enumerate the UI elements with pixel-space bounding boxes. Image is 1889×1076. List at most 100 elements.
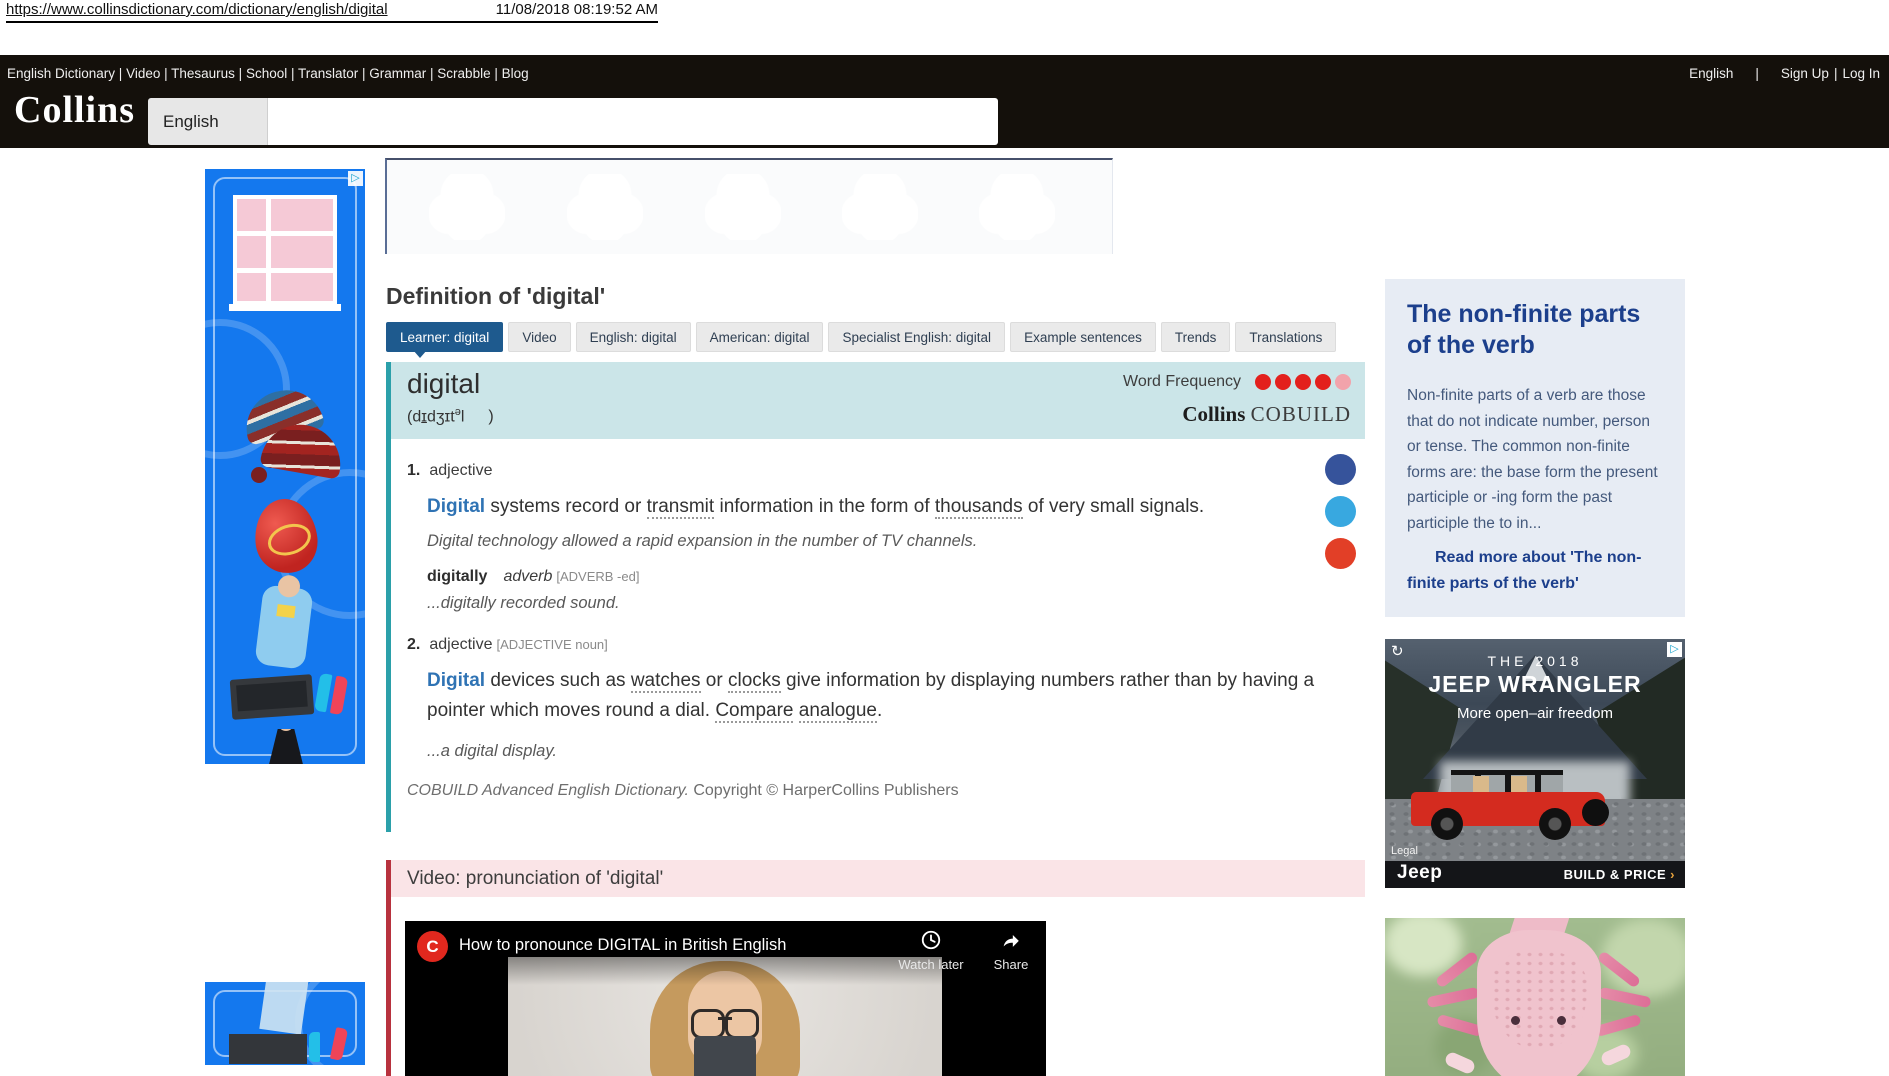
word-link-thousands[interactable]: thousands: [935, 496, 1023, 519]
nav-item-blog[interactable]: Blog: [491, 66, 529, 81]
video-title-link[interactable]: How to pronounce DIGITAL in British Engl…: [459, 936, 786, 955]
jeep-ad[interactable]: THE 2018 JEEP WRANGLER More open–air fre…: [1385, 639, 1685, 888]
site-language-selector[interactable]: English: [1689, 66, 1733, 81]
nav-item-school[interactable]: School: [235, 66, 287, 81]
entry-tabs: Learner: digital Video English: digital …: [386, 322, 1336, 352]
video-section-heading: Video: pronunciation of 'digital': [391, 860, 1365, 897]
build-and-price-button[interactable]: BUILD & PRICE›: [1564, 867, 1675, 882]
dictionary-entry-card: digital (dɪdʒɪtəl) Word Frequency Collin…: [386, 362, 1365, 832]
signup-link[interactable]: Sign Up: [1781, 66, 1829, 81]
pronunciation: (dɪdʒɪtəl): [407, 406, 494, 426]
red-jeep: [1411, 770, 1605, 840]
adchoices-icon[interactable]: ▷: [348, 171, 363, 186]
ad-replay-icon[interactable]: ↻: [1391, 642, 1404, 660]
navbar: English DictionaryVideoThesaurusSchoolTr…: [0, 55, 1889, 148]
page-title: Definition of 'digital': [386, 283, 605, 310]
axolotl-body: [1477, 930, 1601, 1076]
tab-example-sentences[interactable]: Example sentences: [1010, 322, 1156, 352]
share-email-button[interactable]: [1325, 538, 1356, 569]
nav-item-english-dictionary[interactable]: English Dictionary: [7, 66, 115, 81]
sense-1-definition: Digital systems record or transmit infor…: [427, 492, 1355, 522]
axolotl-promo-image[interactable]: [1385, 918, 1685, 1076]
search-input[interactable]: [268, 98, 998, 145]
wheel: [1431, 808, 1463, 840]
jeep-ad-bar: Jeep BUILD & PRICE›: [1385, 861, 1685, 888]
tab-american[interactable]: American: digital: [696, 322, 824, 352]
axolotl-eye: [1557, 1016, 1566, 1025]
cta-arrow-icon: ›: [1670, 867, 1675, 882]
sense-1-example: Digital technology allowed a rapid expan…: [427, 532, 977, 551]
cloud-shape: [567, 174, 643, 240]
cloud-shape: [429, 174, 505, 240]
ad-product-game-console: [229, 1034, 307, 1064]
print-url: https://www.collinsdictionary.com/dictio…: [6, 1, 388, 18]
adchoices-icon[interactable]: ▷: [1667, 642, 1682, 657]
grammar-promo-box: The non-finite parts of the verb Non-fin…: [1385, 279, 1685, 617]
ad-product-dollhouse: [233, 195, 337, 305]
nav-item-scrabble[interactable]: Scrabble: [426, 66, 490, 81]
grammar-promo-body: Non-finite parts of a verb are those tha…: [1407, 383, 1663, 536]
derived-word: digitallyadverb[ADVERB -ed]: [427, 568, 639, 586]
share-arrow-icon: [1000, 929, 1022, 951]
cloud-shape: [979, 174, 1055, 240]
left-skyscraper-ad[interactable]: ▷: [205, 169, 365, 764]
print-header: https://www.collinsdictionary.com/dictio…: [6, 1, 658, 23]
entry-header: digital (dɪdʒɪtəl) Word Frequency Collin…: [391, 362, 1365, 439]
sense-1-header: 1.adjective: [407, 462, 493, 480]
jeep-logo: Jeep: [1397, 862, 1442, 884]
sense-2-header: 2.adjective[ADJECTIVE noun]: [407, 636, 608, 654]
sense-2-definition: Digital devices such as watches or clock…: [427, 666, 1355, 726]
word-link-watches[interactable]: watches: [631, 670, 701, 693]
word-frequency-label: Word Frequency: [1123, 373, 1241, 391]
word-link-clocks[interactable]: clocks: [728, 670, 781, 693]
word-link-digital[interactable]: Digital: [427, 670, 485, 691]
tab-trends[interactable]: Trends: [1161, 322, 1231, 352]
ad-product-game-console: [230, 674, 315, 720]
tab-english[interactable]: English: digital: [576, 322, 691, 352]
collins-logo[interactable]: Collins: [14, 88, 135, 132]
nav-item-video[interactable]: Video: [115, 66, 160, 81]
frequency-dot-empty: [1335, 374, 1351, 390]
jeep-ad-text: THE 2018 JEEP WRANGLER More open–air fre…: [1385, 653, 1685, 722]
page: https://www.collinsdictionary.com/dictio…: [0, 0, 1889, 1076]
wheel: [1539, 808, 1571, 840]
youtube-player[interactable]: C How to pronounce DIGITAL in British En…: [405, 921, 1046, 1076]
top-ad-placeholder[interactable]: [385, 158, 1113, 254]
tab-specialist-english[interactable]: Specialist English: digital: [828, 322, 1005, 352]
spare-tire: [1582, 799, 1609, 826]
share-button[interactable]: Share: [971, 929, 1046, 972]
nav-item-grammar[interactable]: Grammar: [358, 66, 426, 81]
derived-word-example: ...digitally recorded sound.: [427, 594, 620, 613]
word-link-transmit[interactable]: transmit: [647, 496, 715, 519]
nav-right: English|Sign Up|Log In: [1689, 66, 1880, 81]
watch-later-button[interactable]: Watch later: [891, 929, 971, 972]
grammar-read-more-link[interactable]: Read more about 'The non-finite parts of…: [1407, 545, 1663, 597]
print-timestamp: 11/08/2018 08:19:52 AM: [496, 1, 658, 18]
nav-item-translator[interactable]: Translator: [287, 66, 358, 81]
ad-product-sleeping-bag: [259, 982, 308, 1035]
clock-icon: [920, 929, 942, 951]
tab-learner[interactable]: Learner: digital: [386, 322, 503, 352]
left-skyscraper-ad-2[interactable]: [205, 982, 365, 1065]
frequency-dot-filled: [1255, 374, 1271, 390]
word-link-compare[interactable]: Compare: [715, 700, 793, 723]
word-link-analogue[interactable]: analogue: [799, 700, 877, 723]
jeep-legal-link[interactable]: Legal: [1391, 845, 1418, 857]
frequency-dot-filled: [1275, 374, 1291, 390]
copyright-line: COBUILD Advanced English Dictionary. Cop…: [407, 782, 959, 800]
cloud-shape: [705, 174, 781, 240]
search-language-dropdown[interactable]: English: [148, 98, 268, 145]
tab-translations[interactable]: Translations: [1235, 322, 1336, 352]
cobuild-brand: Collins COBUILD: [1182, 402, 1351, 427]
nav-item-thesaurus[interactable]: Thesaurus: [160, 66, 235, 81]
word-link-digital[interactable]: Digital: [427, 496, 485, 517]
presenter-glasses: [683, 1009, 767, 1035]
tab-video[interactable]: Video: [508, 322, 570, 352]
word-frequency: Word Frequency: [1123, 373, 1351, 391]
sense-2-example: ...a digital display.: [427, 742, 557, 761]
axolotl-eye: [1511, 1016, 1520, 1025]
share-facebook-button[interactable]: [1325, 454, 1356, 485]
login-link[interactable]: Log In: [1842, 66, 1880, 81]
cloud-shape: [842, 174, 918, 240]
channel-avatar[interactable]: C: [417, 931, 448, 962]
